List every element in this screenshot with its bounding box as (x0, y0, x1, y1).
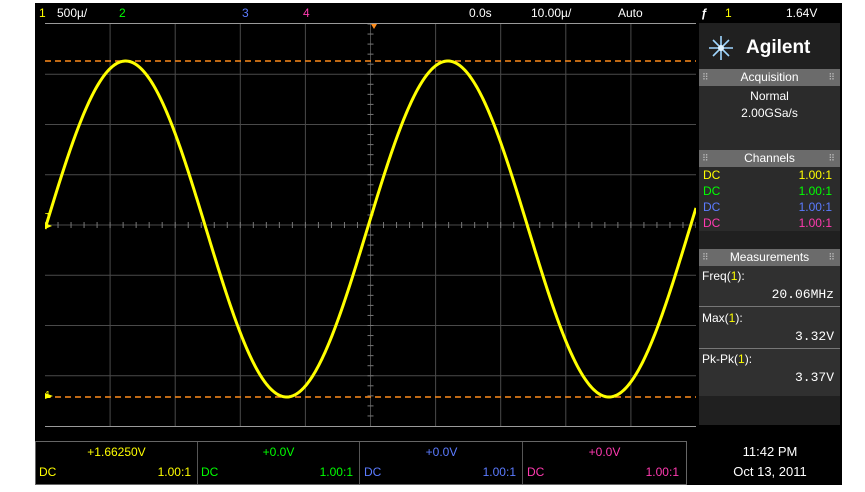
trigger-level[interactable]: 1.64V (786, 6, 817, 20)
trigger-marker-label: T (45, 212, 51, 223)
max-value: 3.32V (794, 329, 834, 344)
channel-coupling: DC (39, 465, 57, 479)
brand-logo: Agilent (699, 28, 840, 68)
trigger-level-marker[interactable] (45, 223, 52, 229)
measurement-label[interactable]: Freq(1): (702, 269, 745, 283)
channel-probe: 1.00:1 (798, 168, 832, 182)
channel-offset: +0.0V (588, 445, 621, 459)
brand-name: Agilent (746, 37, 811, 58)
channel-coupling: DC (527, 465, 545, 479)
acquisition-panel: Normal 2.00GSa/s (699, 86, 840, 154)
channel-coupling: DC (703, 184, 721, 198)
acquisition-mode: Normal (750, 89, 789, 103)
ch2-indicator[interactable]: 2 (119, 6, 126, 20)
time-display: 11:42 PM (742, 444, 798, 459)
waveform-svg: T 1 (45, 24, 696, 426)
clock: 11:42 PM Oct 13, 2011 (700, 441, 840, 483)
horizontal-delay[interactable]: 0.0s (469, 6, 492, 20)
measurement-channel: 1 (728, 311, 736, 325)
channel-row-3[interactable]: DC 1.00:1 (699, 199, 840, 215)
channel-probe: 1.00:1 (482, 465, 516, 479)
ch1-indicator[interactable]: 1 (39, 6, 46, 20)
channel-coupling: DC (703, 168, 721, 182)
rising-edge-icon: ƒ (701, 6, 708, 20)
trigger-time-marker[interactable] (371, 24, 377, 29)
oscilloscope-display: 1 500µ/ 2 3 4 0.0s 10.00µ/ Auto ƒ 1 1.64… (35, 3, 842, 485)
channels-header[interactable]: Channels (699, 150, 840, 167)
divider (699, 306, 840, 307)
channel-row-4[interactable]: DC 1.00:1 (699, 215, 840, 231)
channel-offset: +0.0V (262, 445, 295, 459)
channels-panel: DC 1.00:1 DC 1.00:1 DC 1.00:1 DC 1.00:1 (699, 167, 840, 231)
freq-value: 20.06MHz (771, 287, 834, 302)
channel-coupling: DC (703, 216, 721, 230)
ch3-indicator[interactable]: 3 (242, 6, 249, 20)
timebase[interactable]: 10.00µ/ (531, 6, 571, 20)
channel-coupling: DC (703, 200, 721, 214)
pkpk-value: 3.37V (794, 370, 834, 385)
channel-box-2[interactable]: +0.0V DC 1.00:1 (198, 442, 360, 484)
divider (699, 348, 840, 349)
measurement-name: Freq (702, 269, 727, 283)
measurement-label[interactable]: Max(1): (702, 311, 743, 325)
measurement-name: Pk-Pk (702, 352, 735, 366)
graticule (45, 24, 696, 426)
status-bar: 1 500µ/ 2 3 4 0.0s 10.00µ/ Auto ƒ 1 1.64… (35, 3, 842, 23)
channel-box-3[interactable]: +0.0V DC 1.00:1 (361, 442, 523, 484)
measurements-header[interactable]: Measurements (699, 249, 840, 266)
ground-marker-label: 1 (45, 390, 51, 401)
trigger-mode[interactable]: Auto (618, 6, 643, 20)
sample-rate: 2.00GSa/s (741, 106, 798, 120)
channel-probe: 1.00:1 (157, 465, 191, 479)
channel-probe: 1.00:1 (645, 465, 679, 479)
measurement-channel: 1 (730, 269, 738, 283)
channel-box-4[interactable]: +0.0V DC 1.00:1 (524, 442, 685, 484)
measurement-channel: 1 (738, 352, 745, 366)
channel-probe: 1.00:1 (798, 200, 832, 214)
waveform-area[interactable]: T 1 (45, 23, 696, 427)
info-sidebar: Agilent Acquisition Normal 2.00GSa/s Cha… (699, 23, 840, 425)
channel-bar: +1.66250V DC 1.00:1 +0.0V DC 1.00:1 +0.0… (35, 441, 687, 485)
acquisition-header[interactable]: Acquisition (699, 69, 840, 86)
measurement-label[interactable]: Pk-Pk(1): (702, 352, 752, 366)
channel-probe: 1.00:1 (798, 184, 832, 198)
date-display: Oct 13, 2011 (733, 464, 807, 479)
channel-row-1[interactable]: DC 1.00:1 (699, 167, 840, 183)
spark-icon (709, 36, 733, 60)
channel-offset: +1.66250V (87, 445, 146, 459)
trigger-source[interactable]: 1 (725, 6, 732, 20)
channel-probe: 1.00:1 (319, 465, 353, 479)
channel-coupling: DC (364, 465, 382, 479)
ch4-indicator[interactable]: 4 (303, 6, 310, 20)
ch1-scale[interactable]: 500µ/ (57, 6, 87, 20)
channel-probe: 1.00:1 (798, 216, 832, 230)
measurements-panel: Freq(1): 20.06MHz Max(1): 3.32V Pk-Pk(1)… (699, 266, 840, 396)
channel-row-2[interactable]: DC 1.00:1 (699, 183, 840, 199)
channel-box-1[interactable]: +1.66250V DC 1.00:1 (36, 442, 198, 484)
channel-offset: +0.0V (425, 445, 458, 459)
measurement-name: Max (702, 311, 725, 325)
channel-coupling: DC (201, 465, 219, 479)
